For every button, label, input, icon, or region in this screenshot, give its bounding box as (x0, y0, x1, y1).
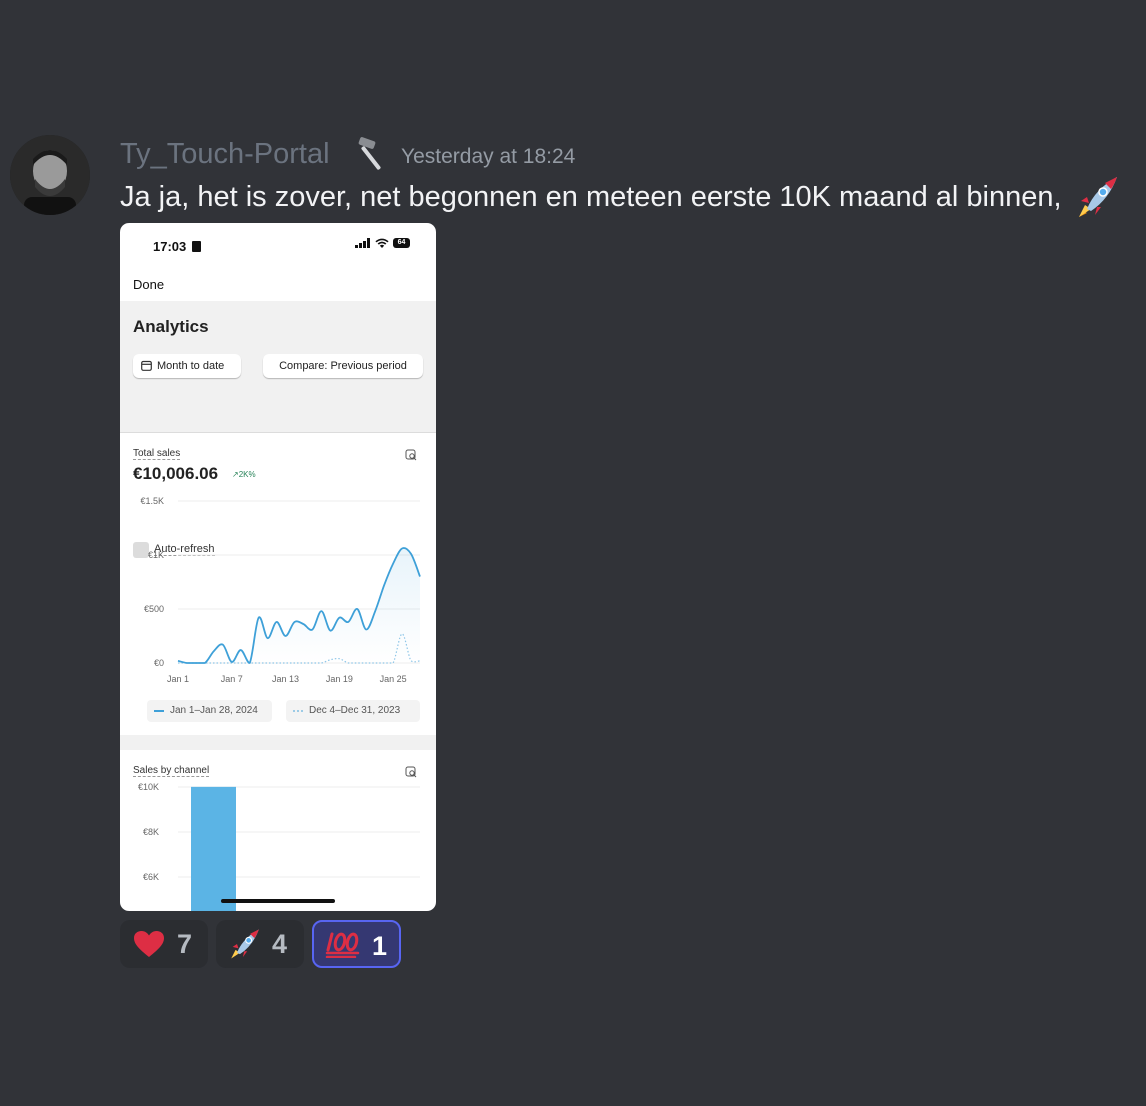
sales-change-badge: ↗2K% (232, 470, 256, 479)
total-sales-value: €10,006.06 (133, 464, 219, 483)
x-tick-label: Jan 7 (221, 674, 243, 684)
status-time: 17:03 (153, 239, 187, 254)
reaction-count: 1 (372, 931, 388, 961)
message-text: Ja ja, het is zover, net begonnen en met… (120, 181, 1062, 213)
legend-previous-label: Dec 4–Dec 31, 2023 (309, 705, 401, 716)
sales-by-channel-label: Sales by channel (133, 765, 210, 777)
y-tick-label: €8K (143, 827, 159, 837)
image-attachment[interactable]: 17:03 64 Done Analytics Month to date Co… (120, 223, 436, 911)
y-tick-label: €500 (144, 604, 164, 614)
red-heart-emoji (134, 931, 164, 957)
series-area-current (178, 548, 420, 663)
page-title: Analytics (133, 317, 209, 336)
x-tick-label: Jan 1 (167, 674, 189, 684)
report-icon[interactable] (405, 766, 417, 778)
id-card-icon (192, 241, 201, 252)
reaction-count: 7 (177, 929, 193, 959)
username[interactable]: Ty_Touch-Portal (120, 137, 330, 171)
total-sales-label: Total sales (133, 448, 181, 460)
divider (120, 432, 436, 433)
legend-previous-period[interactable]: Dec 4–Dec 31, 2023 (286, 700, 420, 722)
legend-dotted-line (293, 710, 303, 712)
sales-by-channel-chart: €6K €8K €10K (138, 782, 420, 911)
report-icon[interactable] (405, 449, 417, 461)
bar-channel (191, 786, 236, 911)
legend-current-label: Jan 1–Jan 28, 2024 (170, 705, 258, 716)
calendar-icon (141, 360, 152, 371)
x-tick-label: Jan 19 (326, 674, 353, 684)
hammer-icon (355, 136, 395, 177)
x-tick-label: Jan 25 (380, 674, 407, 684)
date-range-label: Month to date (157, 360, 225, 372)
legend-solid-line (154, 710, 164, 712)
y-tick-label: €0 (154, 658, 164, 668)
rocket-emoji (231, 929, 259, 959)
legend-current-period[interactable]: Jan 1–Jan 28, 2024 (147, 700, 272, 722)
arrow-up-right-icon: ↗ (232, 470, 239, 479)
signal-icon (355, 238, 370, 248)
wifi-icon (375, 238, 389, 248)
y-tick-label: €10K (138, 782, 159, 792)
sales-change-value: 2K% (238, 470, 256, 479)
x-tick-label: Jan 13 (272, 674, 299, 684)
reaction-heart[interactable]: 7 (120, 920, 208, 968)
compare-button[interactable]: Compare: Previous period (263, 354, 423, 378)
date-range-button[interactable]: Month to date (133, 354, 241, 378)
reaction-count: 4 (272, 929, 288, 959)
phone-status-bar: 17:03 64 (120, 223, 436, 271)
battery-icon: 64 (393, 238, 410, 248)
y-tick-label: €1K (148, 550, 164, 560)
section-gap (120, 735, 436, 750)
done-button[interactable]: Done (133, 277, 164, 292)
done-bar: Done (120, 271, 436, 301)
message-timestamp: Yesterday at 18:24 (401, 145, 576, 168)
analytics-header: Analytics Month to date Compare: Previou… (120, 301, 436, 433)
y-tick-label: €1.5K (140, 496, 164, 506)
hundred-points-emoji (325, 932, 360, 958)
user-avatar[interactable] (10, 135, 90, 215)
reaction-rocket[interactable]: 4 (216, 920, 304, 968)
rocket-emoji (1075, 175, 1121, 224)
home-indicator (221, 899, 335, 903)
y-tick-label: €6K (143, 872, 159, 882)
reaction-hundred[interactable]: 1 (312, 920, 401, 968)
total-sales-chart: €0 €500 €1K €1.5K Jan 1 Jan 7 Jan 13 Jan 19 Jan … (140, 496, 421, 684)
